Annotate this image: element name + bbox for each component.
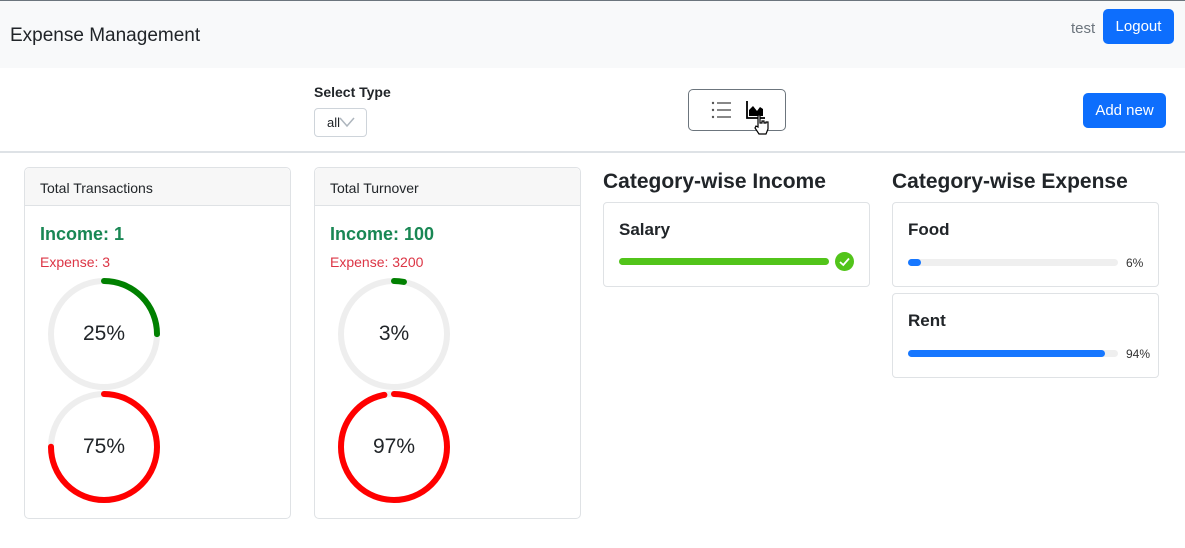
- category-progress-fill: [908, 350, 1106, 357]
- category-percent: 94%: [1126, 347, 1151, 361]
- expense-percent: 97%: [372, 435, 416, 458]
- app-title: Expense Management: [10, 25, 201, 46]
- chevron-down-icon: [339, 117, 355, 128]
- expense-category-card: Rent 94%: [892, 293, 1159, 378]
- income-count: Income: 1: [40, 224, 125, 244]
- income-progress-ring: 25%: [46, 276, 162, 392]
- income-category-card: Salary: [603, 202, 870, 287]
- expense-progress-ring: 75%: [46, 389, 162, 505]
- category-name: Food: [908, 220, 950, 239]
- expense-percent: 75%: [82, 435, 126, 458]
- expense-progress-ring: 97%: [336, 389, 452, 505]
- category-name: Rent: [908, 311, 946, 330]
- type-select[interactable]: all: [314, 108, 367, 137]
- view-toggle: [688, 89, 786, 135]
- total-transactions-card: Total Transactions Income: 1 Expense: 3 …: [24, 167, 291, 519]
- category-name: Salary: [619, 220, 671, 239]
- expense-category-card: Food 6%: [892, 202, 1159, 287]
- category-progress-bar: [908, 350, 1118, 357]
- card-title: Total Turnover: [315, 168, 580, 206]
- category-progress-fill: [908, 259, 921, 266]
- add-new-button[interactable]: Add new: [1083, 93, 1166, 128]
- check-circle-icon: [835, 252, 854, 271]
- expense-categories-title: Category-wise Expense: [892, 170, 1128, 193]
- expense-amount: Expense: 3200: [330, 254, 424, 270]
- income-categories-title: Category-wise Income: [603, 170, 826, 193]
- user-name: test: [1071, 20, 1096, 37]
- card-title: Total Transactions: [25, 168, 290, 206]
- income-percent: 3%: [378, 322, 410, 345]
- total-turnover-card: Total Turnover Income: 100 Expense: 3200…: [314, 167, 581, 519]
- select-type-label: Select Type: [314, 84, 391, 100]
- income-amount: Income: 100: [330, 224, 435, 244]
- hand-cursor-icon: [754, 114, 769, 135]
- top-navbar: Expense Management test Logout: [0, 0, 1185, 68]
- category-percent: 6%: [1126, 256, 1144, 270]
- category-progress-bar: [908, 259, 1118, 266]
- filter-bar: Select Type all Add new: [0, 68, 1185, 153]
- list-icon[interactable]: [711, 100, 733, 120]
- category-progress-fill: [619, 258, 829, 265]
- logout-button[interactable]: Logout: [1103, 9, 1174, 44]
- category-progress-bar: [619, 258, 829, 265]
- income-progress-ring: 3%: [336, 276, 452, 392]
- income-percent: 25%: [82, 322, 126, 345]
- expense-count: Expense: 3: [40, 254, 111, 270]
